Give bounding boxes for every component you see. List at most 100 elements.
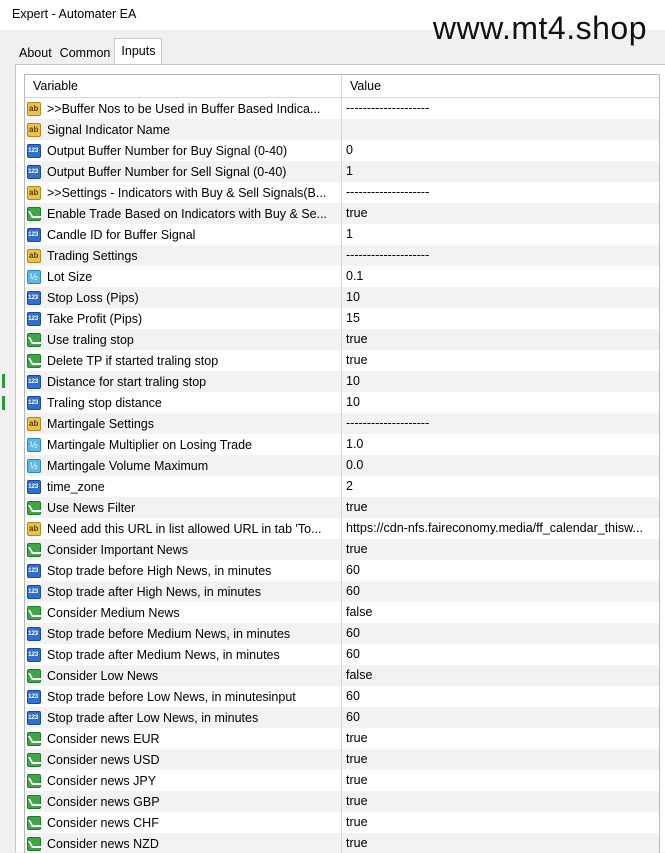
- table-row[interactable]: Consider Low News false: [25, 665, 659, 686]
- table-row[interactable]: Trading Settings --------------------: [25, 245, 659, 266]
- value-cell[interactable]: 0.0: [342, 455, 659, 476]
- value-cell[interactable]: true: [342, 812, 659, 833]
- bool-type-icon: [27, 815, 41, 830]
- table-row[interactable]: Martingale Multiplier on Losing Trade 1.0: [25, 434, 659, 455]
- value-cell[interactable]: https://cdn-nfs.faireconomy.media/ff_cal…: [342, 518, 659, 539]
- table-row[interactable]: Traling stop distance 10: [25, 392, 659, 413]
- value-cell[interactable]: [342, 119, 659, 140]
- table-row[interactable]: Output Buffer Number for Buy Signal (0-4…: [25, 140, 659, 161]
- table-row[interactable]: Stop trade before Low News, in minutesin…: [25, 686, 659, 707]
- variable-name: Consider news NZD: [47, 836, 159, 851]
- table-row[interactable]: Martingale Volume Maximum 0.0: [25, 455, 659, 476]
- inputs-panel: Variable Value >>Buffer Nos to be Used i…: [15, 64, 665, 853]
- int-type-icon: [27, 563, 41, 578]
- value-cell[interactable]: 0.1: [342, 266, 659, 287]
- value-cell[interactable]: true: [342, 329, 659, 350]
- value-cell[interactable]: 10: [342, 371, 659, 392]
- variable-cell: Lot Size: [25, 266, 342, 287]
- table-row[interactable]: Enable Trade Based on Indicators with Bu…: [25, 203, 659, 224]
- value-cell[interactable]: true: [342, 728, 659, 749]
- variable-name: Stop trade after Low News, in minutes: [47, 710, 259, 725]
- variable-cell: Consider Important News: [25, 539, 342, 560]
- tab-common[interactable]: Common: [56, 41, 115, 65]
- variable-name: >>Buffer Nos to be Used in Buffer Based …: [47, 101, 321, 116]
- table-row[interactable]: Stop trade before Medium News, in minute…: [25, 623, 659, 644]
- double-type-icon: [27, 437, 41, 452]
- value-cell[interactable]: 0: [342, 140, 659, 161]
- value-cell[interactable]: 60: [342, 644, 659, 665]
- value-cell[interactable]: true: [342, 791, 659, 812]
- value-cell[interactable]: 10: [342, 392, 659, 413]
- table-row[interactable]: Consider news CHF true: [25, 812, 659, 833]
- value-cell[interactable]: true: [342, 497, 659, 518]
- table-row[interactable]: Candle ID for Buffer Signal 1: [25, 224, 659, 245]
- text-type-icon: [27, 521, 41, 536]
- value-cell[interactable]: --------------------: [342, 413, 659, 434]
- table-row[interactable]: Signal Indicator Name: [25, 119, 659, 140]
- tab-inputs[interactable]: Inputs: [114, 38, 163, 65]
- table-row[interactable]: Consider news USD true: [25, 749, 659, 770]
- table-row[interactable]: >>Buffer Nos to be Used in Buffer Based …: [25, 98, 659, 119]
- int-type-icon: [27, 374, 41, 389]
- value-cell[interactable]: --------------------: [342, 245, 659, 266]
- value-cell[interactable]: true: [342, 350, 659, 371]
- table-row[interactable]: Consider news NZD true: [25, 833, 659, 853]
- variable-name: Candle ID for Buffer Signal: [47, 227, 196, 242]
- value-cell[interactable]: true: [342, 203, 659, 224]
- value-cell[interactable]: 1: [342, 224, 659, 245]
- variable-name: Use News Filter: [47, 500, 136, 515]
- table-row[interactable]: Stop trade after Low News, in minutes 60: [25, 707, 659, 728]
- column-header-variable[interactable]: Variable: [25, 75, 342, 97]
- value-cell[interactable]: 60: [342, 686, 659, 707]
- bool-type-icon: [27, 836, 41, 851]
- value-cell[interactable]: 1: [342, 161, 659, 182]
- value-cell[interactable]: true: [342, 749, 659, 770]
- table-row[interactable]: time_zone 2: [25, 476, 659, 497]
- table-row[interactable]: Stop trade after Medium News, in minutes…: [25, 644, 659, 665]
- left-edge-strip: [0, 64, 15, 852]
- table-row[interactable]: Consider Important News true: [25, 539, 659, 560]
- value-cell[interactable]: true: [342, 833, 659, 853]
- table-row[interactable]: Use traling stop true: [25, 329, 659, 350]
- table-row[interactable]: Need add this URL in list allowed URL in…: [25, 518, 659, 539]
- value-cell[interactable]: 2: [342, 476, 659, 497]
- table-row[interactable]: >>Settings - Indicators with Buy & Sell …: [25, 182, 659, 203]
- table-row[interactable]: Stop trade before High News, in minutes 6…: [25, 560, 659, 581]
- value-cell[interactable]: 1.0: [342, 434, 659, 455]
- table-row[interactable]: Martingale Settings --------------------: [25, 413, 659, 434]
- value-cell[interactable]: --------------------: [342, 182, 659, 203]
- table-row[interactable]: Consider news JPY true: [25, 770, 659, 791]
- table-row[interactable]: Stop trade after High News, in minutes 60: [25, 581, 659, 602]
- table-row[interactable]: Output Buffer Number for Sell Signal (0-…: [25, 161, 659, 182]
- table-row[interactable]: Use News Filter true: [25, 497, 659, 518]
- value-cell[interactable]: false: [342, 602, 659, 623]
- text-type-icon: [27, 248, 41, 263]
- text-type-icon: [27, 185, 41, 200]
- value-cell[interactable]: 60: [342, 623, 659, 644]
- value-cell[interactable]: 60: [342, 581, 659, 602]
- variable-cell: Consider Medium News: [25, 602, 342, 623]
- variable-name: Signal Indicator Name: [47, 122, 170, 137]
- value-cell[interactable]: 15: [342, 308, 659, 329]
- column-header-value[interactable]: Value: [342, 75, 659, 97]
- table-row[interactable]: Consider news EUR true: [25, 728, 659, 749]
- tab-about[interactable]: About: [15, 41, 56, 65]
- table-row[interactable]: Consider Medium News false: [25, 602, 659, 623]
- table-row[interactable]: Take Profit (Pips) 15: [25, 308, 659, 329]
- value-cell[interactable]: true: [342, 539, 659, 560]
- value-cell[interactable]: 10: [342, 287, 659, 308]
- value-cell[interactable]: --------------------: [342, 98, 659, 119]
- value-cell[interactable]: 60: [342, 560, 659, 581]
- variable-name: Output Buffer Number for Buy Signal (0-4…: [47, 143, 288, 158]
- value-cell[interactable]: 60: [342, 707, 659, 728]
- table-row[interactable]: Stop Loss (Pips) 10: [25, 287, 659, 308]
- table-row[interactable]: Distance for start traling stop 10: [25, 371, 659, 392]
- value-cell[interactable]: true: [342, 770, 659, 791]
- table-row[interactable]: Delete TP if started traling stop true: [25, 350, 659, 371]
- variable-cell: Distance for start traling stop: [25, 371, 342, 392]
- bool-type-icon: [27, 542, 41, 557]
- value-cell[interactable]: false: [342, 665, 659, 686]
- table-row[interactable]: Consider news GBP true: [25, 791, 659, 812]
- table-row[interactable]: Lot Size 0.1: [25, 266, 659, 287]
- watermark: www.mt4.shop: [432, 10, 647, 46]
